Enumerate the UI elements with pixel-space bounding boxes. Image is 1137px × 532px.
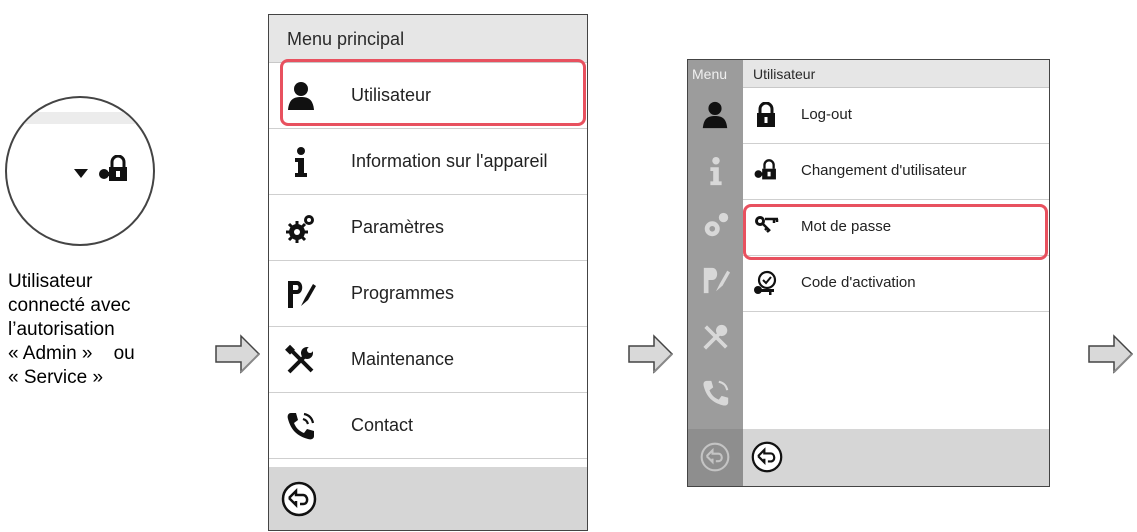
main-menu-title: Menu principal	[269, 15, 587, 63]
user-permission-caption: Utilisateur connecté avec l’autorisation…	[8, 270, 188, 390]
menu-item-label: Code d'activation	[801, 274, 916, 291]
flow-arrow-icon	[215, 334, 261, 374]
user-menu-title: Utilisateur	[743, 60, 1049, 88]
maintenance-tools-icon	[285, 344, 314, 374]
menu-item-label: Contact	[351, 415, 414, 435]
menu-item-programmes[interactable]: Programmes	[269, 261, 587, 327]
menu-item-maintenance[interactable]: Maintenance	[269, 327, 587, 393]
menu-item-label: Paramètres	[351, 217, 445, 237]
menu-item-log-out[interactable]: Log-out	[743, 88, 1049, 144]
programs-icon[interactable]	[701, 265, 731, 295]
caption-line: connecté avec	[8, 295, 131, 316]
menu-item-changement-utilisateur[interactable]: Changement d'utilisateur	[743, 144, 1049, 200]
menu-item-code-activation[interactable]: Code d'activation	[743, 256, 1049, 312]
caption-line: Utilisateur	[8, 271, 93, 292]
back-arrow-icon[interactable]	[700, 442, 730, 472]
highlight-frame	[743, 204, 1048, 260]
menu-item-contact[interactable]: Contact	[269, 393, 587, 459]
maintenance-tools-icon[interactable]	[701, 322, 731, 352]
sidebar-footer	[688, 429, 743, 486]
user-menu-screen: Menu Utilisateur Log-out Changement d'ut…	[687, 59, 1050, 487]
main-menu-footer	[269, 467, 587, 530]
menu-item-label: Maintenance	[351, 349, 455, 369]
user-login-lock-icon	[99, 155, 127, 181]
settings-gears-icon	[286, 215, 314, 243]
flow-arrow-icon	[628, 334, 674, 374]
phone-contact-icon	[287, 412, 315, 440]
caption-line: l’autorisation	[8, 319, 115, 340]
settings-gears-icon[interactable]	[701, 210, 731, 240]
activation-code-icon	[754, 270, 777, 295]
back-arrow-icon[interactable]	[751, 441, 783, 473]
flow-arrow-icon	[1088, 334, 1134, 374]
caption-line: « Service »	[8, 367, 104, 388]
menu-item-parametres[interactable]: Paramètres	[269, 195, 587, 261]
menu-item-information[interactable]: Information sur l'appareil	[269, 129, 587, 195]
dropdown-triangle-icon	[74, 169, 88, 178]
menu-item-label: Log-out	[801, 106, 852, 123]
back-arrow-icon[interactable]	[281, 481, 317, 517]
menu-sidebar: Menu	[688, 60, 743, 486]
caption-line: « Admin » ou	[8, 343, 135, 364]
phone-contact-icon[interactable]	[701, 378, 731, 408]
info-icon	[295, 147, 307, 177]
main-menu-screen: Menu principal Utilisateur Information s…	[268, 14, 588, 531]
sidebar-menu-label: Menu	[692, 66, 728, 82]
user-icon[interactable]	[700, 100, 730, 130]
lock-icon	[757, 102, 775, 127]
info-icon[interactable]	[701, 156, 731, 186]
menu-item-label: Information sur l'appareil	[351, 151, 548, 171]
user-change-lock-icon	[754, 159, 776, 180]
menu-item-label: Programmes	[351, 283, 455, 303]
menu-item-label: Changement d'utilisateur	[801, 162, 967, 179]
zoom-header-band	[7, 112, 153, 124]
highlight-frame	[280, 59, 586, 126]
user-menu-footer	[743, 429, 1049, 486]
user-status-zoom	[5, 96, 155, 246]
programs-icon	[288, 281, 316, 308]
